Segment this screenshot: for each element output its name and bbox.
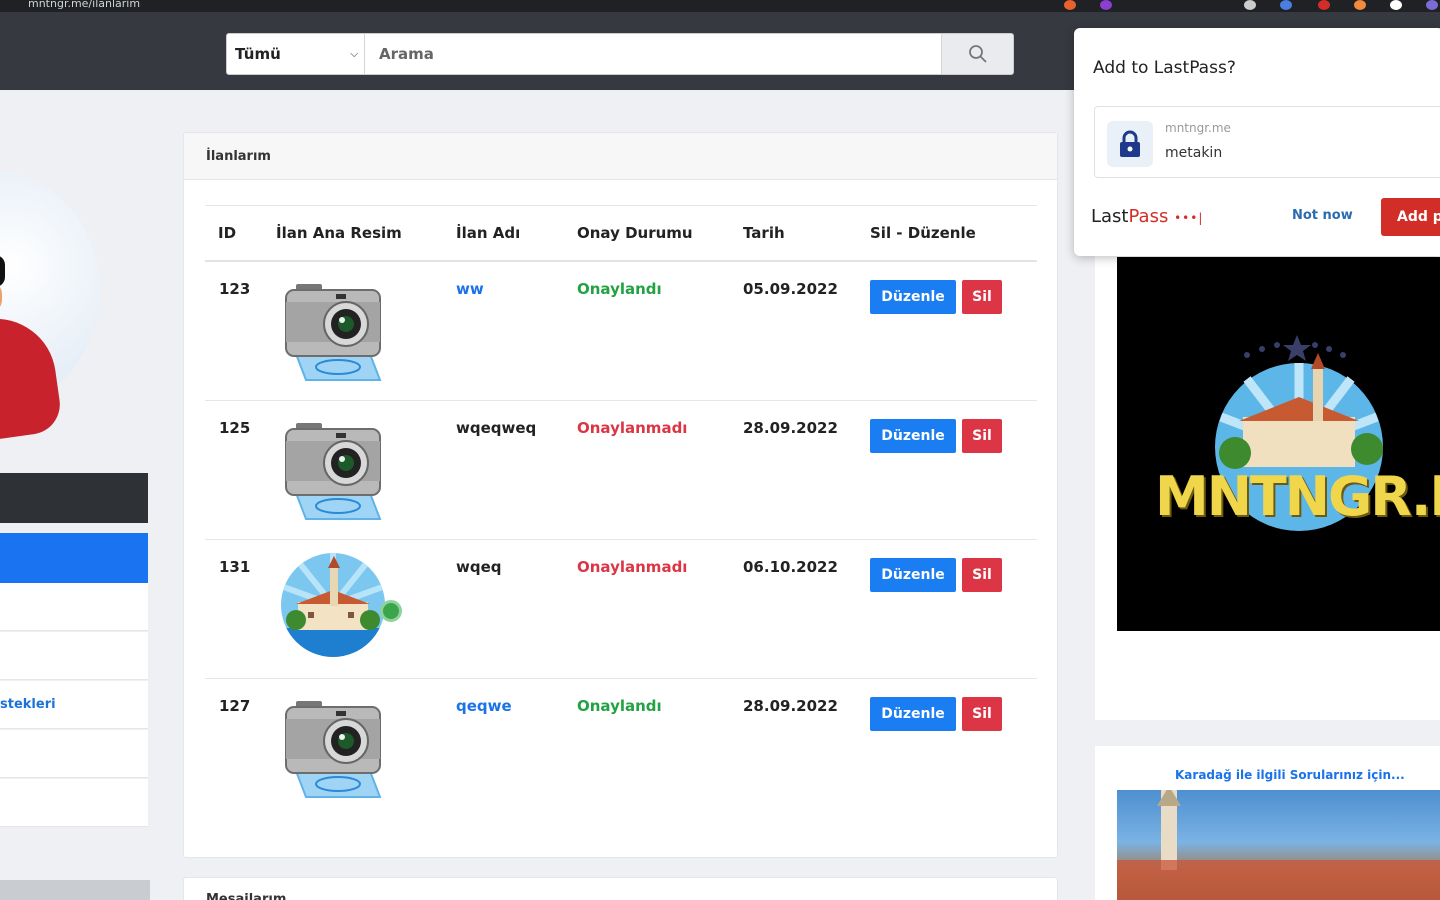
- refresh-icon[interactable]: [380, 600, 402, 622]
- lastpass-credential[interactable]: mntngr.me metakin: [1094, 106, 1440, 178]
- table-row: 123 ww Onaylandı 05.09.2022 Düzenle Sil: [205, 262, 1037, 401]
- mntngr-ad-banner[interactable]: MNTNGR.ME: [1117, 257, 1440, 631]
- sidebar-item-active[interactable]: [0, 533, 148, 583]
- browser-toolbar: mntngr.me/ilanlarim: [0, 0, 1440, 12]
- category-select-value: Tümü: [235, 45, 281, 63]
- mntngr-logo: [1215, 335, 1383, 531]
- column-header-status: Onay Durumu: [577, 224, 693, 242]
- edit-button[interactable]: Düzenle: [870, 697, 956, 731]
- search-input[interactable]: [365, 34, 941, 74]
- lastpass-title: Add to LastPass?: [1093, 58, 1236, 78]
- listing-image[interactable]: [260, 553, 456, 660]
- delete-button[interactable]: Sil: [962, 280, 1002, 314]
- sidebar-menu-header: [0, 473, 148, 523]
- not-now-button[interactable]: Not now: [1292, 208, 1353, 223]
- status-badge: Onaylanmadı: [577, 558, 688, 576]
- search-icon: [968, 45, 987, 63]
- listing-date: 05.09.2022: [743, 280, 838, 298]
- extension-icon[interactable]: [1390, 0, 1402, 10]
- search-button[interactable]: [941, 34, 1013, 74]
- status-badge: Onaylandı: [577, 280, 662, 298]
- status-badge: Onaylandı: [577, 697, 662, 715]
- delete-button[interactable]: Sil: [962, 558, 1002, 592]
- extension-icon[interactable]: [1280, 0, 1292, 10]
- table-row: 127 qeqwe Onaylandı 28.09.2022 Düzenle S…: [205, 679, 1037, 818]
- sidebar-item[interactable]: [0, 730, 148, 778]
- row-actions: Düzenle Sil: [870, 419, 1037, 453]
- listing-image[interactable]: [260, 697, 456, 799]
- column-header-date: Tarih: [743, 224, 785, 242]
- camera-icon: [285, 701, 382, 798]
- row-actions: Düzenle Sil: [870, 558, 1037, 592]
- status-badge: Onaylanmadı: [577, 419, 688, 437]
- row-actions: Düzenle Sil: [870, 280, 1037, 314]
- row-actions: Düzenle Sil: [870, 697, 1037, 731]
- card-title: Mesajlarım: [206, 892, 287, 900]
- listing-id: 125: [219, 419, 251, 437]
- extension-icon[interactable]: [1354, 0, 1366, 10]
- delete-button[interactable]: Sil: [962, 419, 1002, 453]
- column-header-actions: Sil - Düzenle: [870, 224, 976, 242]
- coastal-town-photo[interactable]: [1117, 790, 1440, 900]
- listing-id: 127: [219, 697, 251, 715]
- karadag-questions-card: Karadağ ile ilgili Sorularınız için...: [1095, 746, 1440, 900]
- ad-brand-text: MNTNGR.ME: [1155, 465, 1440, 528]
- edit-button[interactable]: Düzenle: [870, 280, 956, 314]
- lastpass-site: mntngr.me: [1165, 121, 1231, 135]
- delete-button[interactable]: Sil: [962, 697, 1002, 731]
- listing-date: 06.10.2022: [743, 558, 838, 576]
- card-title: İlanlarım: [184, 133, 1057, 180]
- listings-card: İlanlarım ID İlan Ana Resim İlan Adı Ona…: [183, 132, 1058, 858]
- lastpass-popup: Add to LastPass? mntngr.me metakin LastP…: [1074, 28, 1440, 256]
- extension-icon[interactable]: [1426, 0, 1438, 10]
- table-row: 125 wqeqweq Onaylanmadı 28.09.2022 Düzen…: [205, 401, 1037, 540]
- category-select[interactable]: Tümü ⌵: [227, 34, 365, 74]
- sidebar-item[interactable]: [0, 632, 148, 680]
- listings-table: ID İlan Ana Resim İlan Adı Onay Durumu T…: [205, 205, 1037, 818]
- sidebar-item-label: stekleri: [0, 697, 56, 712]
- column-header-image: İlan Ana Resim: [276, 224, 402, 242]
- lastpass-extension-icon[interactable]: [1318, 0, 1330, 10]
- extension-icon[interactable]: [1244, 0, 1256, 10]
- listing-name-link[interactable]: ww: [456, 280, 577, 298]
- lock-icon: [1107, 121, 1153, 167]
- address-bar-text[interactable]: mntngr.me/ilanlarim: [28, 0, 140, 10]
- brave-icon[interactable]: [1064, 0, 1076, 10]
- camera-icon: [285, 423, 382, 520]
- add-password-button[interactable]: Add p: [1381, 198, 1440, 236]
- left-sidebar: stekleri: [0, 90, 150, 900]
- table-header: ID İlan Ana Resim İlan Adı Onay Durumu T…: [205, 205, 1037, 262]
- table-row: 131 wqeq Onaylanmadı 06.10.2022 Düzenle …: [205, 540, 1037, 679]
- sidebar-item[interactable]: [0, 779, 148, 827]
- listing-name: wqeq: [456, 558, 502, 576]
- listing-image[interactable]: [260, 280, 456, 382]
- edit-button[interactable]: Düzenle: [870, 558, 956, 592]
- sidebar-item[interactable]: [0, 583, 148, 631]
- camera-icon: [285, 284, 382, 381]
- chevron-down-icon: ⌵: [350, 48, 358, 60]
- listing-id: 123: [219, 280, 251, 298]
- listing-date: 28.09.2022: [743, 697, 838, 715]
- column-header-name: İlan Adı: [456, 224, 521, 242]
- search-bar: Tümü ⌵: [226, 33, 1014, 75]
- listing-id: 131: [219, 558, 251, 576]
- listing-name: wqeqweq: [456, 419, 537, 437]
- column-header-id: ID: [218, 224, 237, 242]
- messages-card: Mesajlarım: [183, 877, 1058, 900]
- listing-image[interactable]: [260, 419, 456, 521]
- card-title[interactable]: Karadağ ile ilgili Sorularınız için...: [1175, 768, 1405, 782]
- edit-button[interactable]: Düzenle: [870, 419, 956, 453]
- extension-icon[interactable]: [1100, 0, 1112, 10]
- town-logo-image: [281, 553, 385, 657]
- avatar: [0, 150, 110, 450]
- sidebar-footer: [0, 880, 150, 900]
- lastpass-username: metakin: [1165, 145, 1223, 161]
- lastpass-logo: LastPass •••|: [1091, 206, 1204, 227]
- listing-date: 28.09.2022: [743, 419, 838, 437]
- listing-name-link[interactable]: qeqwe: [456, 697, 577, 715]
- sidebar-item-requests[interactable]: stekleri: [0, 681, 148, 729]
